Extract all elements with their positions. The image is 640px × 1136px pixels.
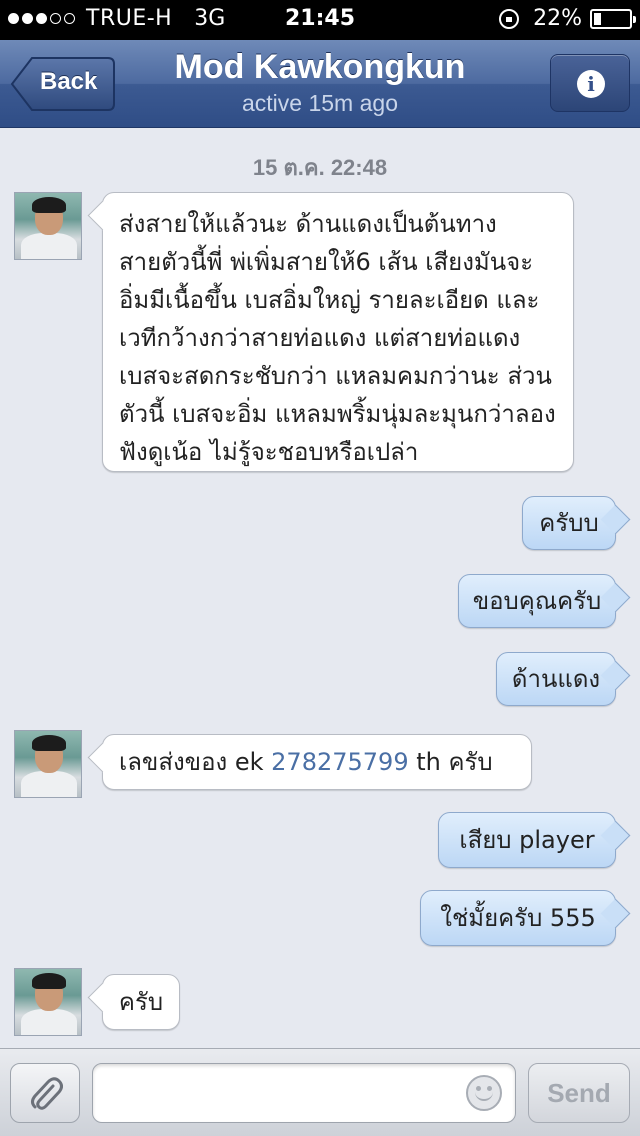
- info-button[interactable]: i: [550, 54, 630, 112]
- avatar[interactable]: [14, 730, 82, 798]
- message-bubble-outgoing[interactable]: ขอบคุณครับ: [458, 574, 616, 628]
- message-text: เสียบ player: [459, 826, 595, 854]
- message-line: ตัวนี้ เบสจะอิ่ม แหลมพริ้มนุ่มละมุนกว่าล…: [119, 400, 556, 428]
- navigation-bar: Back Mod Kawkongkun active 15m ago i: [0, 40, 640, 128]
- message-bubble-incoming[interactable]: ส่งสายให้แล้วนะ ด้านแดงเป็นต้นทาง สายตัว…: [102, 192, 574, 472]
- message-bubble-outgoing[interactable]: ใช่มั้ยครับ 555: [420, 890, 616, 946]
- avatar-body: [21, 771, 77, 797]
- smiley-icon[interactable]: [466, 1075, 502, 1111]
- message-bubble-outgoing[interactable]: ครับบ: [522, 496, 616, 550]
- message-line: ฟังดูเน้อ ไม่รู้จะชอบหรือเปล่า: [119, 438, 419, 466]
- message-bubble-incoming[interactable]: เลขส่งของ ek 278275799 th ครับ: [102, 734, 532, 790]
- message-bubble-outgoing[interactable]: เสียบ player: [438, 812, 616, 868]
- info-icon: i: [577, 70, 605, 98]
- avatar-body: [21, 1009, 77, 1035]
- message-text: ใช่มั้ยครับ 555: [440, 904, 596, 932]
- send-button[interactable]: Send: [528, 1063, 630, 1123]
- attach-button[interactable]: [10, 1063, 80, 1123]
- message-text: เลขส่งของ ek: [119, 748, 272, 776]
- message-line: อิ่มมีเนื้อขึ้น เบสอิ่มใหญ่ รายละเอียด แ…: [119, 286, 540, 314]
- message-input[interactable]: [92, 1063, 516, 1123]
- message-text: ครับบ: [539, 509, 599, 537]
- message-bubble-outgoing[interactable]: ด้านแดง: [496, 652, 616, 706]
- tracking-number-link[interactable]: 278275799: [271, 748, 408, 776]
- status-bar: TRUE-H 3G 21:45 22%: [0, 0, 640, 40]
- battery-fill: [594, 12, 601, 25]
- avatar[interactable]: [14, 192, 82, 260]
- active-status: active 15m ago: [242, 90, 398, 116]
- conversation-timestamp: 15 ต.ค. 22:48: [252, 155, 388, 180]
- message-line: ส่งสายให้แล้วนะ ด้านแดงเป็นต้นทาง: [119, 210, 497, 238]
- message-input-bar: Send: [0, 1048, 640, 1136]
- rotation-lock-icon: [499, 8, 520, 29]
- back-button[interactable]: Back: [10, 56, 116, 112]
- avatar-hair: [32, 973, 66, 989]
- status-right: 22%: [499, 6, 636, 31]
- contact-name: Mod Kawkongkun: [174, 48, 466, 86]
- message-line: สายตัวนี้พี่ พ่เพิ่มสายให้6 เส้น เสียงมั…: [119, 248, 534, 276]
- back-label: Back: [40, 68, 98, 95]
- message-text: th ครับ: [408, 748, 493, 776]
- paperclip-icon: [31, 1077, 63, 1110]
- avatar[interactable]: [14, 968, 82, 1036]
- battery-percent: 22%: [533, 6, 582, 31]
- avatar-hair: [32, 197, 66, 213]
- avatar-hair: [32, 735, 66, 751]
- message-line: เบสจะสดกระชับกว่า แหลมคมกว่านะ ส่วน: [119, 362, 552, 390]
- message-text: ด้านแดง: [511, 665, 601, 693]
- avatar-body: [21, 233, 77, 259]
- message-line: เวทีกว้างกว่าสายท่อแดง แต่สายท่อแดง: [119, 324, 521, 352]
- battery-icon: [590, 8, 636, 29]
- message-text: ครับ: [118, 988, 164, 1016]
- message-text: ขอบคุณครับ: [472, 587, 602, 615]
- message-bubble-incoming[interactable]: ครับ: [102, 974, 180, 1030]
